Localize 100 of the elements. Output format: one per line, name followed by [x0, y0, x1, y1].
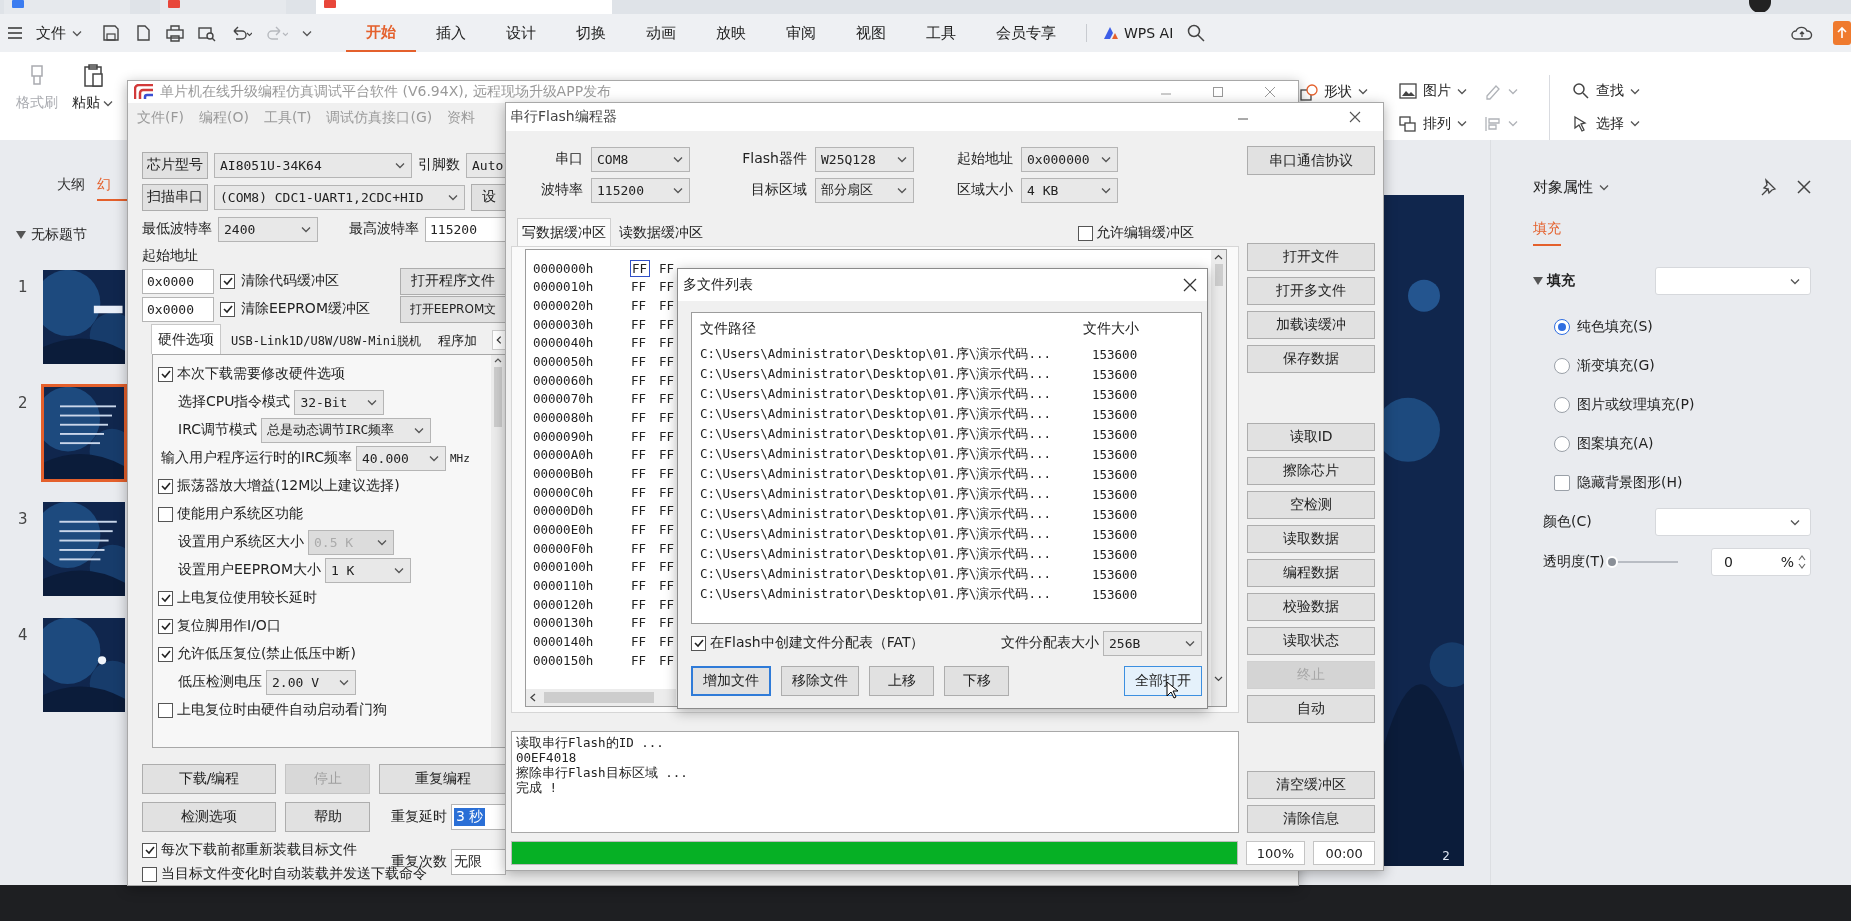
dropdown[interactable]: 40.000: [355, 445, 446, 471]
close-icon[interactable]: [1183, 278, 1197, 292]
radio-button[interactable]: [1554, 318, 1570, 335]
file-path[interactable]: C:\Users\Administrator\Desktop\01.序\演示代码...: [700, 345, 1083, 363]
hex-byte[interactable]: FF: [630, 391, 658, 407]
input-field[interactable]: 无限: [451, 849, 506, 875]
button[interactable]: 重复编程: [379, 764, 506, 794]
checkbox[interactable]: [1554, 474, 1570, 491]
tab[interactable]: 程序加: [431, 327, 485, 354]
input-field[interactable]: 0x0000: [142, 296, 214, 322]
caret-icon[interactable]: [428, 454, 439, 462]
avatar-icon[interactable]: [1749, 0, 1771, 12]
dropdown[interactable]: COM8: [591, 146, 690, 172]
caret-icon[interactable]: [1790, 277, 1800, 285]
print-preview-icon[interactable]: [198, 24, 216, 42]
checkbox[interactable]: [158, 506, 173, 522]
file-path[interactable]: C:\Users\Administrator\Desktop\01.序\演示代码...: [700, 405, 1083, 423]
checkbox[interactable]: [142, 842, 157, 858]
panel-title[interactable]: 对象属性: [1533, 177, 1609, 197]
caret-icon[interactable]: [897, 155, 907, 163]
scroll-up-icon[interactable]: [494, 357, 502, 363]
document-icon[interactable]: [134, 24, 152, 42]
button[interactable]: 帮助: [285, 802, 370, 832]
scroll-thumb[interactable]: [494, 367, 502, 427]
ribbon-button[interactable]: 形状: [1298, 80, 1370, 103]
layers-icon[interactable]: [1399, 114, 1417, 133]
caret-icon[interactable]: [448, 193, 458, 201]
section-title[interactable]: 无标题节: [31, 226, 87, 244]
scroll-up-icon[interactable]: [1214, 254, 1224, 260]
button[interactable]: 空检测: [1247, 491, 1375, 519]
menu-item[interactable]: 文件: [30, 23, 88, 43]
checkbox[interactable]: [220, 301, 235, 317]
caret-icon[interactable]: [103, 99, 113, 107]
browser-tab[interactable]: [4, 0, 130, 14]
ribbon-button[interactable]: 图片: [1397, 80, 1469, 103]
scrollbar[interactable]: [1211, 250, 1227, 706]
scrollbar[interactable]: [491, 355, 505, 747]
browser-tab[interactable]: [316, 0, 612, 14]
menu-tab[interactable]: 插入: [416, 14, 486, 52]
open-file-button[interactable]: 打开程序文件: [400, 267, 506, 295]
chip-button[interactable]: 芯片型号: [142, 151, 208, 179]
dropdown[interactable]: 256B: [1103, 630, 1202, 656]
button[interactable]: 自动: [1247, 695, 1375, 723]
ribbon-button[interactable]: 粘贴: [68, 60, 117, 140]
file-path[interactable]: C:\Users\Administrator\Desktop\01.序\演示代码...: [700, 385, 1083, 403]
file-path[interactable]: C:\Users\Administrator\Desktop\01.序\演示代码...: [700, 465, 1083, 483]
tab-scroll-icon[interactable]: [492, 330, 506, 350]
ribbon-button[interactable]: 排列: [1397, 112, 1469, 135]
hex-byte[interactable]: FF: [630, 428, 658, 444]
caret-icon[interactable]: [673, 186, 683, 194]
caret-icon[interactable]: [301, 225, 311, 233]
hex-byte[interactable]: FF: [630, 354, 658, 370]
hex-byte[interactable]: FF: [630, 298, 658, 314]
button[interactable]: 读取ID: [1247, 423, 1375, 451]
hex-byte[interactable]: FF: [630, 633, 658, 649]
tab[interactable]: USB-Link1D/U8W/U8W-Mini脱机: [224, 327, 429, 354]
collapse-arrow-icon[interactable]: [1533, 277, 1543, 285]
close-icon[interactable]: [1797, 180, 1811, 194]
hex-byte[interactable]: FF: [630, 335, 658, 351]
collapse-arrow-icon[interactable]: [16, 231, 26, 239]
radio-button[interactable]: [1554, 357, 1570, 374]
radio-button[interactable]: [1554, 396, 1570, 413]
dropdown[interactable]: Auto: [466, 152, 506, 178]
save-icon[interactable]: [102, 24, 120, 42]
caret-icon[interactable]: [1101, 186, 1111, 194]
hex-byte[interactable]: FF: [630, 466, 658, 482]
dropdown[interactable]: (COM8) CDC1-UART1,2CDC+HID: [214, 184, 465, 210]
ribbon-button[interactable]: 查找: [1570, 80, 1642, 103]
button[interactable]: 清空缓冲区: [1247, 771, 1375, 799]
tab[interactable]: 写数据缓冲区: [517, 218, 611, 246]
file-path[interactable]: C:\Users\Administrator\Desktop\01.序\演示代码...: [700, 545, 1083, 563]
maximize-icon[interactable]: [1212, 86, 1224, 98]
file-path[interactable]: C:\Users\Administrator\Desktop\01.序\演示代码...: [700, 365, 1083, 383]
checkbox[interactable]: [158, 646, 173, 662]
view-tab[interactable]: 大纲: [57, 171, 85, 201]
checkbox[interactable]: [158, 702, 173, 718]
scan-button[interactable]: 扫描串口: [142, 183, 208, 211]
dropdown[interactable]: 2.00 V: [266, 669, 356, 695]
menu-tab[interactable]: 放映: [696, 14, 766, 52]
caret-icon[interactable]: [673, 155, 683, 163]
browser-tab[interactable]: [160, 0, 286, 14]
dropdown[interactable]: 2400: [218, 216, 318, 242]
hex-byte[interactable]: FF: [630, 410, 658, 426]
button[interactable]: 移除文件: [781, 666, 859, 696]
button[interactable]: 校验数据: [1247, 593, 1375, 621]
scroll-thumb[interactable]: [1214, 264, 1223, 286]
input-field[interactable]: 115200: [425, 216, 506, 242]
button[interactable]: 擦除芯片: [1247, 457, 1375, 485]
dropdown[interactable]: 32-Bit: [294, 389, 385, 415]
input-field[interactable]: 3 秒: [451, 804, 506, 830]
ribbon-button[interactable]: 选择: [1570, 112, 1642, 135]
dropdown[interactable]: W25Q128: [815, 146, 914, 172]
caret-icon[interactable]: [414, 426, 425, 434]
menu-tab[interactable]: 工具: [906, 14, 976, 52]
slider-thumb[interactable]: [1606, 556, 1619, 568]
caret-icon[interactable]: [1457, 120, 1467, 128]
button[interactable]: 检测选项: [142, 802, 276, 832]
caret-icon[interactable]: [1599, 183, 1609, 191]
open-file-button[interactable]: 打开EEPROM文: [400, 295, 506, 323]
number-field[interactable]: 0 %: [1711, 548, 1811, 576]
